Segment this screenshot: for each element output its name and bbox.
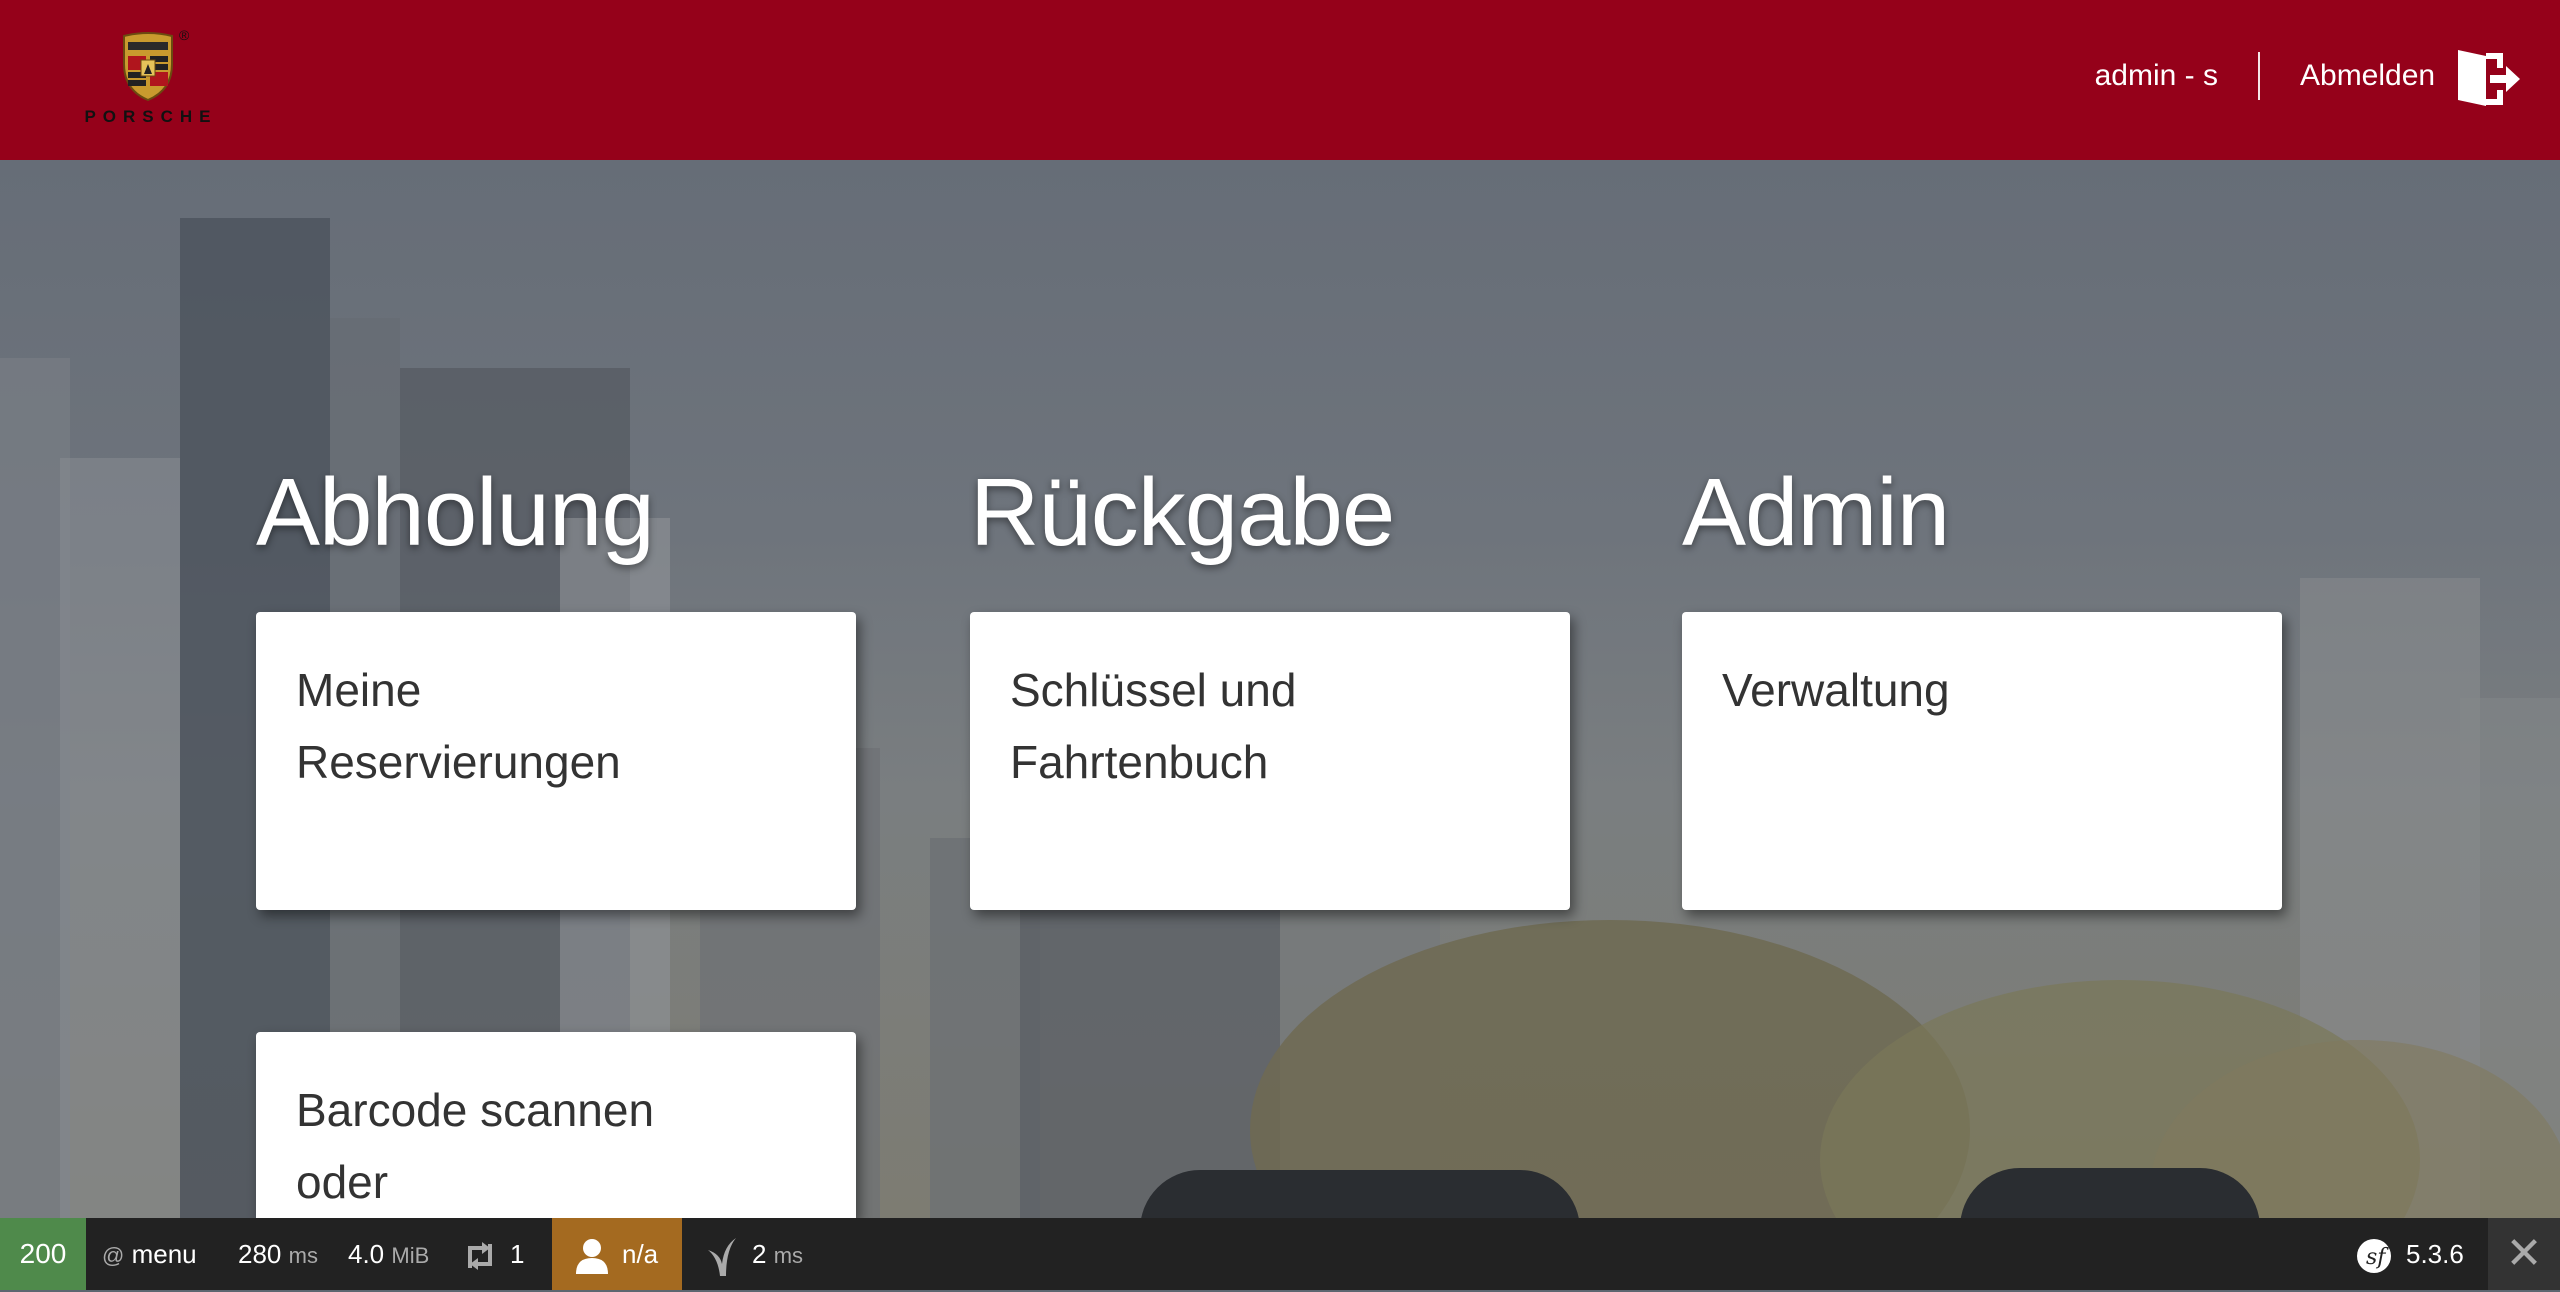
close-toolbar-icon[interactable]: ✕ — [2488, 1218, 2560, 1290]
memory-value: 4.0 — [348, 1239, 385, 1269]
route-indicator[interactable]: @ menu — [102, 1218, 197, 1290]
twig-unit: ms — [773, 1243, 804, 1268]
porsche-logo[interactable]: ® PORSCHE — [56, 26, 246, 126]
route-prefix: @ — [102, 1243, 125, 1268]
ajax-requests[interactable]: 1 — [462, 1218, 524, 1290]
brand-wordmark: PORSCHE — [84, 107, 218, 126]
tile-meine-reservierungen[interactable]: Meine Reservierungen — [256, 612, 856, 910]
logout-link[interactable]: Abmelden — [2300, 56, 2435, 96]
twig-time[interactable]: 2 ms — [706, 1218, 803, 1290]
top-header: ® PORSCHE admin - s Abmelden — [0, 0, 2560, 160]
tile-label: Meine Reservierungen — [296, 664, 621, 788]
user-status: n/a — [622, 1239, 659, 1269]
user-badge[interactable]: n/a — [552, 1218, 682, 1290]
twig-icon — [708, 1238, 736, 1277]
tile-label: Verwaltung — [1722, 664, 1950, 716]
section-title-abholung: Abholung — [256, 459, 655, 566]
header-divider — [2258, 52, 2260, 100]
status-code-badge[interactable]: 200 — [0, 1218, 86, 1290]
ajax-requests-icon — [468, 1242, 492, 1271]
logout-door-icon[interactable] — [2456, 46, 2522, 110]
memory-usage[interactable]: 4.0 MiB — [348, 1218, 429, 1290]
tile-barcode-scannen[interactable]: Barcode scannen oder — [256, 1032, 856, 1218]
symfony-logo-icon: sf — [2357, 1239, 2391, 1274]
tile-label: Schlüssel und Fahrtenbuch — [1010, 664, 1297, 788]
time-unit: ms — [288, 1243, 318, 1268]
registered-mark: ® — [179, 27, 190, 43]
version-number: 5.3.6 — [2406, 1239, 2464, 1269]
user-icon — [576, 1239, 608, 1275]
twig-value: 2 — [752, 1239, 767, 1269]
requests-count: 1 — [510, 1239, 525, 1269]
tile-label: Barcode scannen oder — [296, 1084, 655, 1208]
porsche-crest-icon — [123, 32, 173, 102]
tile-verwaltung[interactable]: Verwaltung — [1682, 612, 2282, 910]
route-name: menu — [131, 1239, 197, 1269]
time-value: 280 — [238, 1239, 282, 1269]
memory-unit: MiB — [391, 1243, 430, 1268]
debug-toolbar: 200 @ menu 280 ms 4.0 MiB 1 n/a 2 ms sf … — [0, 1218, 2560, 1290]
section-title-admin: Admin — [1682, 459, 1950, 566]
request-time[interactable]: 280 ms — [238, 1218, 318, 1290]
symfony-version[interactable]: sf 5.3.6 — [2356, 1218, 2464, 1290]
tile-schluessel-fahrtenbuch[interactable]: Schlüssel und Fahrtenbuch — [970, 612, 1570, 910]
current-user: admin - s — [2094, 59, 2218, 92]
section-title-rueckgabe: Rückgabe — [970, 459, 1395, 566]
